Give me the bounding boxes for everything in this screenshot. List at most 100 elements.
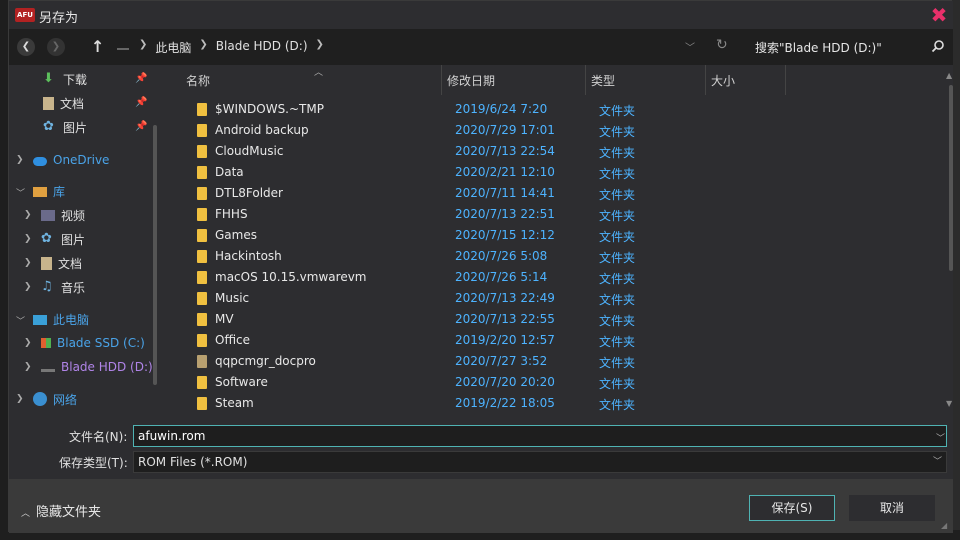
sidebar-item-downloads[interactable]: ⬇ 下载 (43, 68, 87, 90)
folder-icon (197, 271, 207, 284)
chevron-right-icon[interactable]: ❯ (24, 338, 32, 348)
sidebar-item-documents[interactable]: 文档 (41, 252, 82, 274)
document-icon (41, 256, 52, 270)
resize-grip-icon[interactable]: ◢ (941, 521, 951, 531)
chevron-right-icon[interactable]: ❯ (16, 394, 24, 404)
table-row[interactable]: macOS 10.15.vmwarevm 2020/7/26 5:14 文件夹 (189, 267, 919, 288)
sidebar-item-videos[interactable]: 视频 (41, 204, 85, 226)
column-header-name[interactable]: 名称 (186, 72, 210, 89)
file-name: Steam (215, 396, 254, 410)
breadcrumb-this-pc[interactable]: 此电脑 (149, 39, 197, 56)
up-button[interactable]: ↑ (91, 37, 104, 56)
chevron-right-icon[interactable]: ❯ (197, 39, 209, 56)
close-button[interactable]: ✖ (929, 5, 949, 25)
chevron-down-icon[interactable]: ﹀ (16, 186, 25, 199)
file-date: 2019/2/20 12:57 (455, 333, 555, 347)
sidebar-item-this-pc[interactable]: 此电脑 (33, 308, 89, 330)
chevron-right-icon[interactable]: ❯ (16, 155, 24, 165)
folder-icon (197, 208, 207, 221)
table-row[interactable]: Software 2020/7/20 20:20 文件夹 (189, 372, 919, 393)
folder-icon (197, 187, 207, 200)
table-row[interactable]: CloudMusic 2020/7/13 22:54 文件夹 (189, 141, 919, 162)
pictures-icon: ✿ (41, 231, 52, 246)
pin-icon[interactable]: 📌 (135, 73, 147, 84)
table-row[interactable]: Data 2020/2/21 12:10 文件夹 (189, 162, 919, 183)
chevron-right-icon[interactable]: ❯ (24, 210, 32, 220)
scroll-up-icon[interactable]: ▲ (946, 71, 952, 80)
file-list-scrollbar[interactable] (949, 85, 953, 271)
chevron-right-icon[interactable]: ❯ (24, 282, 32, 292)
sidebar-item-library[interactable]: 库 (33, 180, 65, 202)
column-divider[interactable] (785, 65, 786, 95)
sidebar-item-music[interactable]: ♫ 音乐 (41, 276, 85, 298)
table-row[interactable]: MV 2020/7/13 22:55 文件夹 (189, 309, 919, 330)
sidebar-item-documents-quick[interactable]: 文档 (43, 92, 84, 114)
folder-icon (197, 376, 207, 389)
chevron-right-icon[interactable]: ❯ (24, 258, 32, 268)
sidebar-item-label: 此电脑 (53, 312, 90, 327)
search-input[interactable]: 搜索"Blade HDD (D:)" (741, 33, 949, 61)
table-row[interactable]: Hackintosh 2020/7/26 5:08 文件夹 (189, 246, 919, 267)
folder-icon (197, 292, 207, 305)
file-date: 2020/7/13 22:49 (455, 291, 555, 305)
sidebar-item-pictures-quick[interactable]: ✿ 图片 (43, 116, 87, 138)
chevron-right-icon[interactable]: ❯ (314, 39, 326, 56)
save-button[interactable]: 保存(S) (749, 495, 835, 521)
file-type: 文件夹 (599, 230, 636, 244)
folder-icon (197, 124, 207, 137)
address-dropdown-icon[interactable]: ﹀ (685, 39, 695, 54)
column-divider[interactable] (441, 65, 442, 95)
file-type: 文件夹 (599, 104, 636, 118)
filetype-select[interactable]: ROM Files (*.ROM) ﹀ (133, 451, 947, 473)
sidebar-item-pictures[interactable]: ✿ 图片 (41, 228, 85, 250)
file-type: 文件夹 (599, 209, 636, 223)
hide-folders-label: 隐藏文件夹 (36, 505, 102, 520)
column-divider[interactable] (705, 65, 706, 95)
chevron-right-icon[interactable]: ❯ (24, 234, 32, 244)
chevron-down-icon[interactable]: ﹀ (16, 314, 25, 327)
column-header-size[interactable]: 大小 (711, 72, 735, 89)
network-icon (33, 392, 47, 406)
file-type: 文件夹 (599, 398, 636, 412)
cloud-icon (33, 156, 47, 166)
sidebar-scrollbar[interactable] (153, 125, 157, 385)
filename-input[interactable] (133, 425, 947, 447)
pin-icon[interactable]: 📌 (135, 121, 147, 132)
table-row[interactable]: $WINDOWS.~TMP 2019/6/24 7:20 文件夹 (189, 99, 919, 120)
hide-folders-toggle[interactable]: ︿ 隐藏文件夹 (21, 501, 101, 520)
sidebar-item-drive-c[interactable]: Blade SSD (C:) (41, 332, 145, 354)
chevron-down-icon[interactable]: ﹀ (936, 431, 945, 444)
chevron-right-icon[interactable]: ❯ (137, 39, 149, 56)
file-list: ︿ 名称 修改日期 类型 大小 $WINDOWS.~TMP 2019/6/24 7… (169, 65, 953, 417)
chevron-up-icon: ︿ (21, 509, 31, 519)
chevron-right-icon[interactable]: ❯ (24, 362, 32, 372)
sidebar-item-network[interactable]: 网络 (33, 388, 77, 410)
drive-breadcrumb-icon[interactable] (117, 42, 129, 50)
forward-button[interactable]: ❯ (47, 38, 65, 56)
save-form: 文件名(N): ﹀ 保存类型(T): ROM Files (*.ROM) ﹀ (9, 417, 953, 479)
pin-icon[interactable]: 📌 (135, 97, 147, 108)
table-row[interactable]: Music 2020/7/13 22:49 文件夹 (189, 288, 919, 309)
file-date: 2020/2/21 12:10 (455, 165, 555, 179)
app-logo-icon: AFU (15, 8, 35, 22)
breadcrumb-blade-hdd[interactable]: Blade HDD (D:) (210, 39, 314, 56)
download-icon: ⬇ (43, 71, 54, 86)
cancel-button[interactable]: 取消 (849, 495, 935, 521)
column-divider[interactable] (585, 65, 586, 95)
table-row[interactable]: DTL8Folder 2020/7/11 14:41 文件夹 (189, 183, 919, 204)
table-row[interactable]: Games 2020/7/15 12:12 文件夹 (189, 225, 919, 246)
table-row[interactable]: qqpcmgr_docpro 2020/7/27 3:52 文件夹 (189, 351, 919, 372)
sidebar-item-label: Blade SSD (C:) (57, 336, 145, 350)
sidebar-item-onedrive[interactable]: OneDrive (33, 149, 109, 171)
back-button[interactable]: ❮ (17, 38, 35, 56)
column-header-type[interactable]: 类型 (591, 72, 615, 89)
table-row[interactable]: Office 2019/2/20 12:57 文件夹 (189, 330, 919, 351)
table-row[interactable]: Steam 2019/2/22 18:05 文件夹 (189, 393, 919, 414)
table-row[interactable]: FHHS 2020/7/13 22:51 文件夹 (189, 204, 919, 225)
search-icon[interactable] (931, 39, 945, 53)
table-row[interactable]: Android backup 2020/7/29 17:01 文件夹 (189, 120, 919, 141)
column-header-date[interactable]: 修改日期 (447, 72, 495, 89)
sidebar-item-drive-d[interactable]: Blade HDD (D:) (41, 356, 153, 378)
scroll-down-icon[interactable]: ▼ (946, 399, 952, 408)
refresh-icon[interactable]: ↻ (716, 37, 728, 53)
